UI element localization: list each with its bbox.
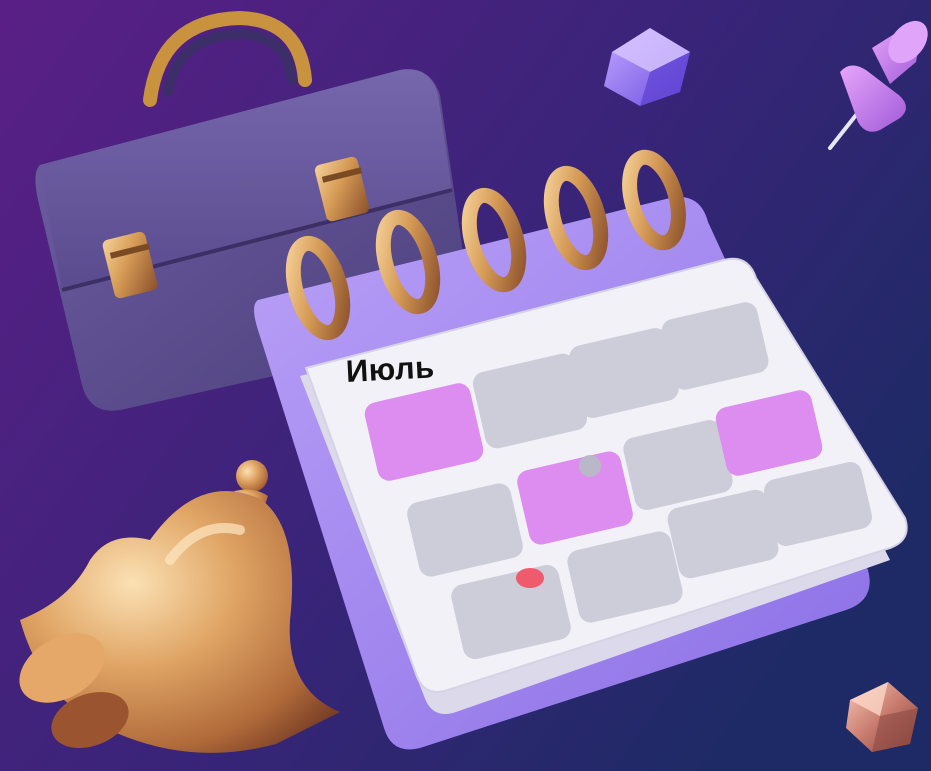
calendar-month-label: Июль: [345, 349, 436, 389]
scene-artwork: [0, 0, 931, 771]
calendar-cell-marker: [579, 455, 601, 477]
event-dot: [516, 568, 544, 588]
illustration-scene: Июль: [0, 0, 931, 771]
